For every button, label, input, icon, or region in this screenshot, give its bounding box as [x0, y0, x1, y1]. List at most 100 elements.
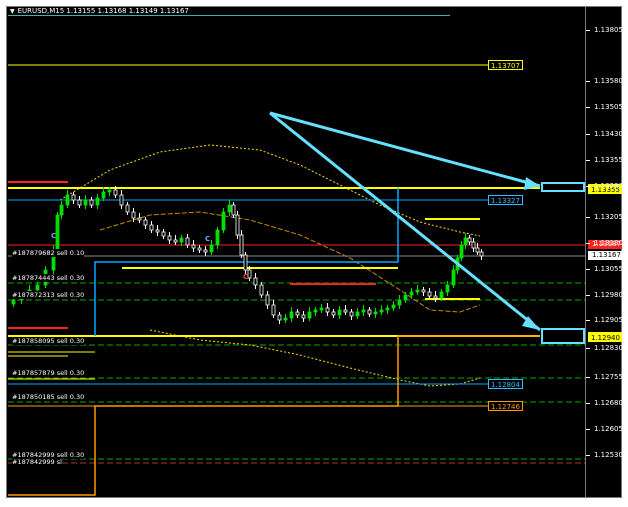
candle-body — [475, 247, 480, 253]
chart-canvas[interactable] — [0, 0, 628, 507]
candle-body — [403, 294, 408, 301]
price-tick-mark — [586, 217, 590, 218]
candle-body — [143, 219, 148, 226]
trend-arrow-1 — [269, 111, 541, 188]
level-label-5[interactable]: 1.12804 — [488, 379, 523, 389]
wave-mark: C — [205, 235, 211, 243]
level-label-1[interactable]: 1.13707 — [488, 60, 523, 70]
triangle-down-icon[interactable]: ▼ — [10, 8, 15, 15]
candle-body — [191, 244, 196, 249]
price-tick-label: 1.13505 — [594, 103, 623, 111]
candle-body — [433, 295, 438, 299]
order-label[interactable]: #187879682 sell 0.10 — [12, 249, 85, 257]
level-label-6[interactable]: 1.12746 — [488, 401, 523, 411]
candle-body — [439, 291, 444, 299]
candle-body — [373, 311, 378, 315]
candle-body — [55, 214, 60, 251]
price-tick-mark — [586, 403, 590, 404]
candle-body — [167, 235, 172, 241]
orange-step-line — [8, 335, 540, 496]
candle-body — [89, 199, 94, 206]
candle-body — [179, 237, 184, 243]
price-tick-label: 1.13805 — [594, 26, 623, 34]
candle-body — [203, 249, 208, 253]
candle-body — [35, 284, 40, 291]
candle-body — [95, 197, 100, 206]
candle-body — [265, 294, 270, 306]
price-tick-mark — [586, 30, 590, 31]
price-tick-label: 1.12830 — [594, 344, 623, 352]
order-label[interactable]: #187858095 sell 0.30 — [12, 337, 85, 345]
target-box-1 — [541, 182, 585, 192]
candle-body — [107, 189, 112, 193]
candle-body — [71, 194, 76, 201]
candle-body — [11, 299, 16, 305]
candle-body — [307, 311, 312, 319]
price-tick-mark — [586, 134, 590, 135]
price-tick-mark — [586, 186, 590, 187]
candle-body — [131, 211, 136, 219]
candle-body — [325, 307, 330, 313]
wave-mark: C — [243, 273, 249, 281]
candle-body — [215, 229, 220, 246]
level-label-3[interactable]: 1.13327 — [488, 195, 523, 205]
candle-body — [471, 241, 476, 249]
candle-body — [445, 284, 450, 293]
candle-body — [349, 311, 354, 317]
candle-body — [427, 291, 432, 297]
symbol-header: ▼ EURUSD,M15 1.13155 1.13168 1.13149 1.13… — [10, 7, 189, 16]
candle-body — [239, 234, 244, 256]
order-label[interactable]: #187857879 sell 0.30 — [12, 369, 85, 377]
candle-body — [113, 189, 118, 196]
candle-body — [415, 289, 420, 293]
price-tick-label: 1.13205 — [594, 213, 623, 221]
candle-body — [479, 251, 484, 257]
candle-body — [361, 309, 366, 313]
price-tick-mark — [586, 429, 590, 430]
price-tick-mark — [586, 377, 590, 378]
order-label[interactable]: #187872313 sell 0.30 — [12, 291, 85, 299]
price-tick-label: 1.12980 — [594, 291, 623, 299]
ma-line-upper — [59, 144, 481, 237]
candle-body — [463, 237, 468, 246]
candle-body — [397, 299, 402, 306]
candle-body — [231, 204, 236, 216]
candle-body — [161, 231, 166, 237]
price-tick-label: 1.13055 — [594, 265, 623, 273]
candle-body — [331, 311, 336, 316]
order-label[interactable]: #187842999 sl — [12, 458, 62, 466]
candle-body — [221, 211, 226, 231]
candle-body — [173, 239, 178, 243]
current-bid-price-box: 1.13167 — [588, 251, 622, 260]
price-tick-label: 1.12755 — [594, 373, 623, 381]
candle-body — [283, 317, 288, 321]
candle-body — [185, 237, 190, 246]
candle-body — [243, 254, 248, 271]
candle-body — [59, 204, 64, 216]
candle-body — [295, 311, 300, 316]
candle-body — [155, 229, 160, 233]
candle-body — [197, 247, 202, 251]
candle-body — [391, 304, 396, 309]
candle-body — [77, 199, 82, 206]
order-label[interactable]: #187850185 sell 0.30 — [12, 393, 85, 401]
price-tick-mark — [586, 295, 590, 296]
candle-body — [101, 191, 106, 199]
price-tick-mark — [586, 243, 590, 244]
candle-body — [227, 204, 232, 213]
candle-body — [289, 311, 294, 319]
candle-body — [337, 309, 342, 316]
candle-body — [367, 309, 372, 315]
candle-body — [313, 309, 318, 313]
price-tick-mark — [586, 348, 590, 349]
order-label[interactable]: #187874443 sell 0.30 — [12, 274, 85, 282]
candle-body — [137, 217, 142, 221]
candle-body — [259, 284, 264, 296]
symbol-quote: EURUSD,M15 1.13155 1.13168 1.13149 1.131… — [17, 7, 189, 15]
price-tick-label: 1.12530 — [594, 451, 623, 459]
level-label-4[interactable]: 1.12940 — [588, 332, 622, 342]
price-tick-mark — [586, 269, 590, 270]
candle-body — [379, 309, 384, 313]
candle-body — [459, 244, 464, 259]
candle-body — [355, 311, 360, 317]
